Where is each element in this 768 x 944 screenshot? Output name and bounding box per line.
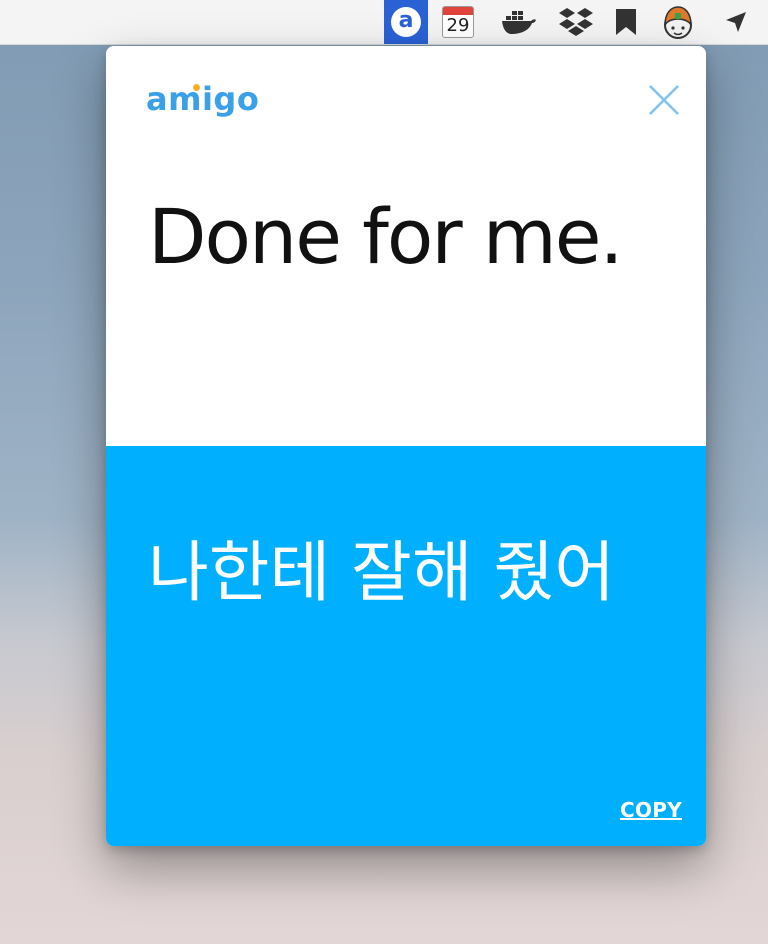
- close-icon[interactable]: [646, 82, 682, 118]
- translation-text: 나한테 잘해 줬어: [148, 534, 615, 611]
- copy-button[interactable]: COPY: [620, 798, 682, 822]
- source-panel: amigo Done for me.: [106, 46, 706, 446]
- source-text: Done for me.: [148, 192, 624, 281]
- docker-menubar-button[interactable]: [498, 0, 540, 44]
- calendar-icon: 29: [442, 6, 474, 38]
- amigo-menubar-button[interactable]: a: [384, 0, 428, 44]
- calendar-menubar-button[interactable]: 29: [440, 0, 476, 44]
- dropbox-icon: [559, 8, 593, 36]
- menu-bar: a 29: [0, 0, 768, 45]
- bookmark-menubar-button[interactable]: [610, 0, 642, 44]
- docker-icon: [502, 11, 536, 34]
- calendar-day: 29: [446, 15, 470, 36]
- bookmark-icon: [616, 9, 636, 35]
- logo-dot: [193, 84, 200, 91]
- translation-popup: amigo Done for me. 나한테 잘해 줬어 COPY: [106, 46, 706, 846]
- avatar-icon: [664, 6, 692, 39]
- location-arrow-icon: [726, 12, 746, 32]
- amigo-icon: a: [391, 7, 421, 37]
- avatar-menubar-button[interactable]: [656, 0, 700, 44]
- amigo-logo: amigo: [146, 80, 260, 118]
- location-menubar-button[interactable]: [718, 0, 754, 44]
- translation-panel: 나한테 잘해 줬어 COPY: [106, 446, 706, 846]
- dropbox-menubar-button[interactable]: [556, 0, 596, 44]
